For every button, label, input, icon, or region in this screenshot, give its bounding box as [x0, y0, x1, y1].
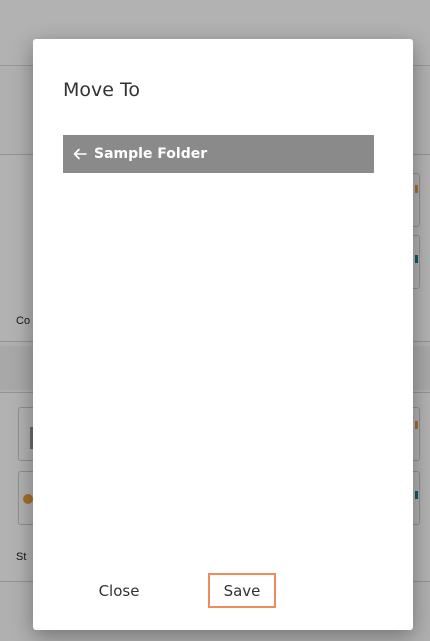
move-to-dialog: Move To Sample Folder Close Save: [33, 39, 413, 630]
dialog-title: Move To: [63, 79, 140, 101]
folder-name: Sample Folder: [94, 146, 208, 162]
folder-breadcrumb[interactable]: Sample Folder: [63, 135, 374, 173]
arrow-left-icon[interactable]: [73, 148, 87, 160]
close-button[interactable]: Close: [87, 573, 151, 608]
save-button[interactable]: Save: [208, 573, 276, 608]
